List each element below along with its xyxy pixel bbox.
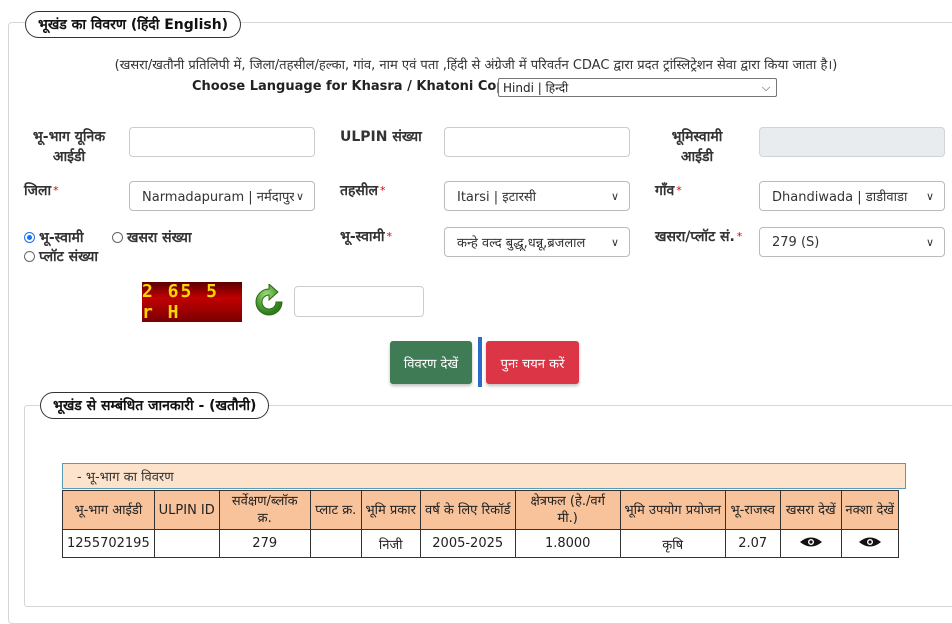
village-label: गाँव * bbox=[655, 183, 682, 199]
view-map-cell bbox=[840, 529, 899, 558]
chevron-down-icon: ∨ bbox=[610, 189, 620, 203]
district-label: जिला * bbox=[24, 183, 59, 199]
cell-plot-no bbox=[309, 529, 362, 558]
eye-icon[interactable] bbox=[858, 537, 882, 552]
district-select-value: Narmadapuram | नर्मदापुरम bbox=[142, 190, 294, 205]
radio-khasra-label: खसरा संख्या bbox=[127, 230, 192, 246]
col-header: खसरा देखें bbox=[779, 490, 842, 530]
chevron-down-icon: ∨ bbox=[925, 189, 935, 203]
required-mark: * bbox=[380, 184, 386, 197]
radio-plot[interactable]: प्लॉट संख्या bbox=[24, 247, 98, 266]
reset-selection-button[interactable]: पुनः चयन करें bbox=[486, 341, 579, 384]
table-header-row: भू-भाग आईडी ULPIN ID सर्वेक्षण/ब्लॉक क्र… bbox=[62, 490, 899, 530]
col-header: क्षेत्रफल (हे./वर्ग मी.) bbox=[514, 490, 621, 530]
section-legend-parcel-details: भूखंड का विवरण (हिंदी English) bbox=[25, 11, 242, 38]
language-select-value: Hindi | हिन्दी bbox=[503, 81, 569, 95]
language-select[interactable]: Hindi | हिन्दी ⌵ bbox=[498, 78, 777, 97]
required-mark: * bbox=[386, 230, 393, 243]
cell-usage: कृषि bbox=[619, 529, 726, 558]
col-header: भू-राजस्व bbox=[724, 490, 781, 530]
col-header: ULPIN ID bbox=[153, 490, 220, 530]
owner-select-value: कन्हे वल्द बुद्धू,धन्नू,ब्रजलाल bbox=[457, 236, 586, 251]
ulpin-input[interactable] bbox=[444, 127, 630, 157]
owner-label: भू-स्वामी * bbox=[340, 229, 393, 245]
khasra-plot-select[interactable]: 279 (S) ∨ bbox=[759, 227, 945, 257]
cell-area: 1.8000 bbox=[514, 529, 621, 558]
col-header: प्लाट क्र. bbox=[309, 490, 362, 530]
col-header: भूमि उपयोग प्रयोजन bbox=[619, 490, 726, 530]
captcha-image: 2 65 5 r H bbox=[142, 282, 242, 322]
cell-land-type: निजी bbox=[360, 529, 421, 558]
radio-button-checked[interactable] bbox=[24, 232, 35, 243]
col-header: वर्ष के लिए रिकॉर्ड bbox=[419, 490, 516, 530]
col-header: सर्वेक्षण/ब्लॉक क्र. bbox=[218, 490, 311, 530]
eye-icon[interactable] bbox=[799, 537, 823, 552]
required-mark: * bbox=[676, 184, 682, 197]
radio-plot-label: प्लॉट संख्या bbox=[39, 249, 99, 265]
required-mark: * bbox=[53, 184, 59, 197]
tehsil-label: तहसील * bbox=[340, 183, 386, 199]
cell-revenue: 2.07 bbox=[724, 529, 781, 558]
section-legend-khatauni: भूखंड से सम्बंधित जानकारी - (खतौनी) bbox=[40, 392, 270, 419]
chevron-down-icon: ∨ bbox=[295, 189, 305, 203]
tehsil-select-value: Itarsi | इटारसी bbox=[457, 190, 537, 205]
chevron-down-icon: ∨ bbox=[610, 235, 620, 249]
district-select[interactable]: Narmadapuram | नर्मदापुरम ∨ bbox=[129, 181, 315, 211]
col-header: नक्शा देखें bbox=[840, 490, 899, 530]
col-header: भूमि प्रकार bbox=[360, 490, 421, 530]
radio-owner[interactable]: भू-स्वामी bbox=[24, 228, 84, 247]
unique-id-input[interactable] bbox=[129, 127, 315, 157]
table-title-bar: - भू-भाग का विवरण bbox=[62, 463, 906, 489]
cell-land-id: 1255702195 bbox=[62, 529, 155, 558]
captcha-input[interactable] bbox=[294, 286, 424, 317]
radio-button[interactable] bbox=[112, 232, 123, 243]
button-divider bbox=[478, 337, 482, 387]
owner-id-input bbox=[759, 127, 945, 157]
land-details-table: भू-भाग आईडी ULPIN ID सर्वेक्षण/ब्लॉक क्र… bbox=[62, 490, 899, 558]
ulpin-label: ULPIN संख्या bbox=[340, 129, 422, 145]
radio-button[interactable] bbox=[24, 251, 35, 262]
choose-language-label: Choose Language for Khasra / Khatoni Cop… bbox=[192, 79, 520, 94]
chevron-down-icon: ∨ bbox=[925, 235, 935, 249]
owner-select[interactable]: कन्हे वल्द बुद्धू,धन्नू,ब्रजलाल ∨ bbox=[444, 227, 630, 257]
required-mark: * bbox=[736, 230, 743, 243]
view-details-button[interactable]: विवरण देखें bbox=[390, 341, 472, 384]
view-khasra-cell bbox=[779, 529, 842, 558]
village-select-value: Dhandiwada | डाडीवाडा bbox=[772, 190, 908, 205]
khasra-plot-label: खसरा/प्लॉट सं. * bbox=[655, 229, 743, 245]
unique-id-label: भू-भाग यूनिक आईडी bbox=[32, 129, 106, 165]
cell-ulpin bbox=[153, 529, 220, 558]
cell-survey-no: 279 bbox=[218, 529, 311, 558]
transliteration-note: (खसरा/खतौनी प्रतिलिपी में, जिला/तहसील/हल… bbox=[114, 58, 838, 73]
chevron-down-icon: ⌵ bbox=[761, 80, 771, 94]
table-row: 1255702195 279 निजी 2005-2025 1.8000 कृष… bbox=[62, 529, 899, 558]
radio-khasra[interactable]: खसरा संख्या bbox=[112, 228, 192, 247]
cell-year: 2005-2025 bbox=[419, 529, 516, 558]
radio-owner-label: भू-स्वामी bbox=[39, 230, 84, 246]
village-select[interactable]: Dhandiwada | डाडीवाडा ∨ bbox=[759, 181, 945, 211]
owner-id-label: भूमिस्वामी आईडी bbox=[671, 129, 723, 165]
col-header: भू-भाग आईडी bbox=[62, 490, 155, 530]
captcha-text: 2 65 5 r H bbox=[142, 282, 220, 322]
tehsil-select[interactable]: Itarsi | इटारसी ∨ bbox=[444, 181, 630, 211]
refresh-captcha-icon[interactable] bbox=[250, 282, 288, 320]
khasra-plot-select-value: 279 (S) bbox=[772, 234, 820, 250]
